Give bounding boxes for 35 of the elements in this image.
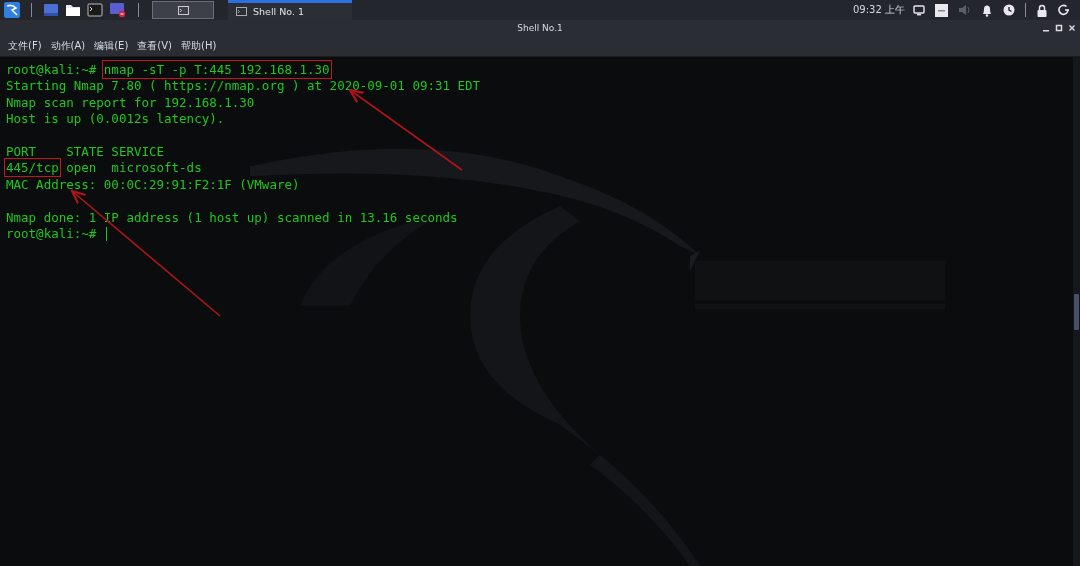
window-icon[interactable] bbox=[43, 3, 59, 17]
dragon-logo-icon[interactable] bbox=[4, 2, 20, 18]
menu-item[interactable]: 文件(F) bbox=[4, 39, 46, 53]
terminal-text: root@kali:~# bbox=[6, 225, 98, 241]
screen-icon[interactable] bbox=[109, 2, 127, 18]
bell-icon[interactable] bbox=[981, 3, 993, 17]
close-icon[interactable] bbox=[1068, 24, 1076, 32]
terminal-text: PORT STATE SERVICE bbox=[6, 143, 165, 159]
menu-item[interactable]: 帮助(H) bbox=[177, 39, 221, 53]
terminal-text: Host is up (0.0012s latency). bbox=[6, 111, 225, 127]
highlighted-text: 445/tcp bbox=[6, 160, 59, 176]
window-title: Shell No.1 bbox=[517, 23, 563, 33]
workspace-button[interactable] bbox=[152, 1, 214, 19]
folder-icon[interactable] bbox=[65, 3, 81, 17]
terminal-text: MAC Address: 00:0C:29:91:F2:1F (VMware) bbox=[6, 176, 300, 192]
menu-item[interactable]: 编辑(E) bbox=[90, 39, 133, 53]
maximize-icon[interactable] bbox=[1055, 24, 1063, 32]
terminal-icon bbox=[177, 5, 189, 15]
clock-icon[interactable] bbox=[1003, 4, 1015, 16]
terminal-text: Nmap scan report for 192.168.1.30 bbox=[6, 94, 255, 110]
lock-icon[interactable] bbox=[1036, 3, 1048, 17]
power-icon[interactable] bbox=[1058, 4, 1070, 16]
clock[interactable]: 09:32 上午 bbox=[853, 3, 905, 17]
terminal-text: root@kali:~# bbox=[6, 62, 98, 77]
terminal-icon[interactable] bbox=[87, 3, 103, 17]
terminal-text: Nmap done: 1 IP address (1 host up) scanned in 13.16 seconds bbox=[6, 209, 458, 225]
terminal-text: Starting Nmap 7.80 ( https://nmap.org ) at 2020-09-01 09:31 EDT bbox=[6, 78, 481, 94]
highlighted-text: nmap -sT -p T:445 192.168.1.30 bbox=[103, 62, 330, 77]
menu-item[interactable]: 查看(V) bbox=[133, 39, 176, 53]
menu-item[interactable]: 动作(A) bbox=[46, 39, 90, 53]
taskbar-item[interactable]: Shell No. 1 bbox=[228, 0, 352, 20]
terminal-icon bbox=[236, 7, 247, 16]
monitor-icon[interactable] bbox=[913, 4, 925, 16]
terminal-text: open microsoft-ds bbox=[65, 160, 202, 176]
scrollbar[interactable] bbox=[1073, 57, 1080, 566]
